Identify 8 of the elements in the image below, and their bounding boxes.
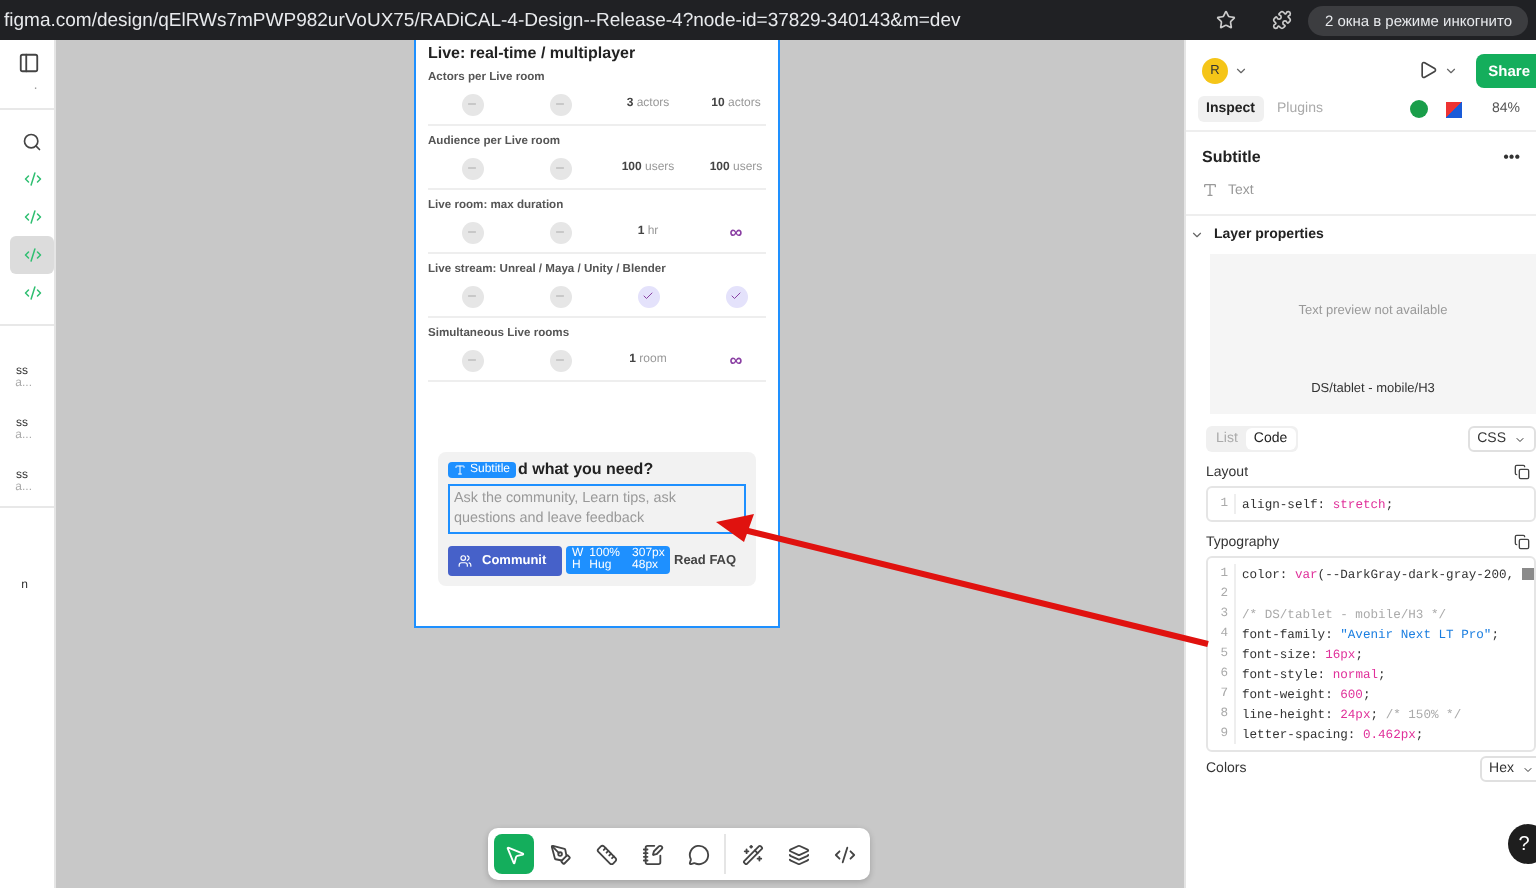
layer-name: Subtitle [1202, 148, 1261, 166]
section-heading: Live: real-time / multiplayer [428, 44, 638, 62]
more-options[interactable]: ••• [1503, 148, 1520, 166]
infinity-text: ∞ [729, 223, 743, 241]
infinity-text: ∞ [729, 351, 743, 369]
address-bar-url[interactable]: figma.com/design/qElRWs7mPWP982urVoUX75/RADiCAL-4-Design--Release-4?node-id=37829-340143&m=dev [4, 9, 1201, 31]
card-title: d what you need? [518, 460, 654, 478]
help-button[interactable]: ? [1508, 824, 1536, 864]
